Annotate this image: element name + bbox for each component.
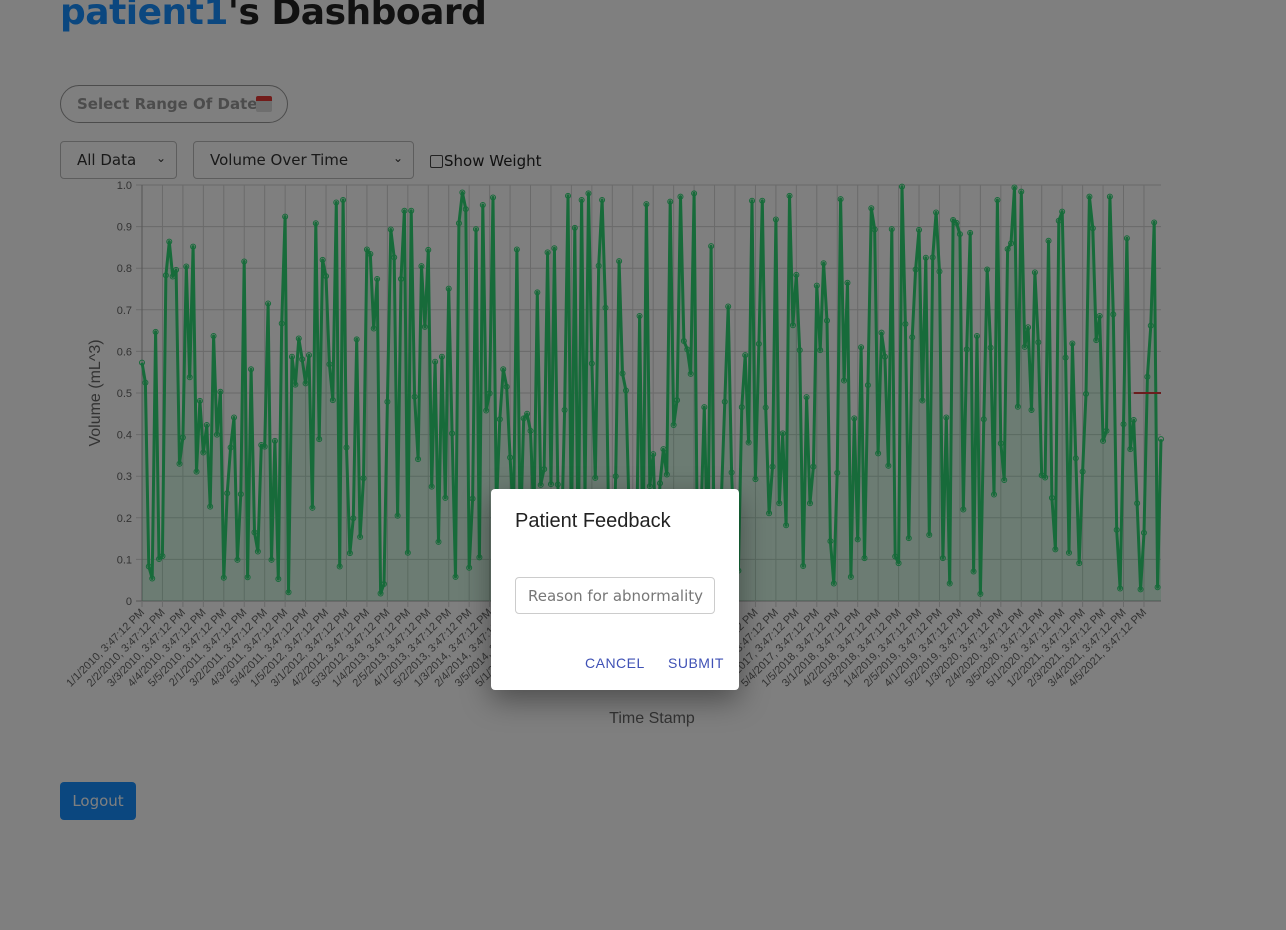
dialog-title: Patient Feedback: [515, 510, 671, 532]
submit-button[interactable]: SUBMIT: [668, 655, 724, 671]
patient-feedback-dialog: Patient Feedback Reason for abnormality …: [491, 489, 739, 690]
reason-input[interactable]: Reason for abnormality: [515, 577, 715, 614]
reason-input-placeholder: Reason for abnormality: [528, 586, 704, 605]
cancel-button[interactable]: CANCEL: [585, 655, 645, 671]
modal-backdrop[interactable]: [0, 0, 1286, 930]
